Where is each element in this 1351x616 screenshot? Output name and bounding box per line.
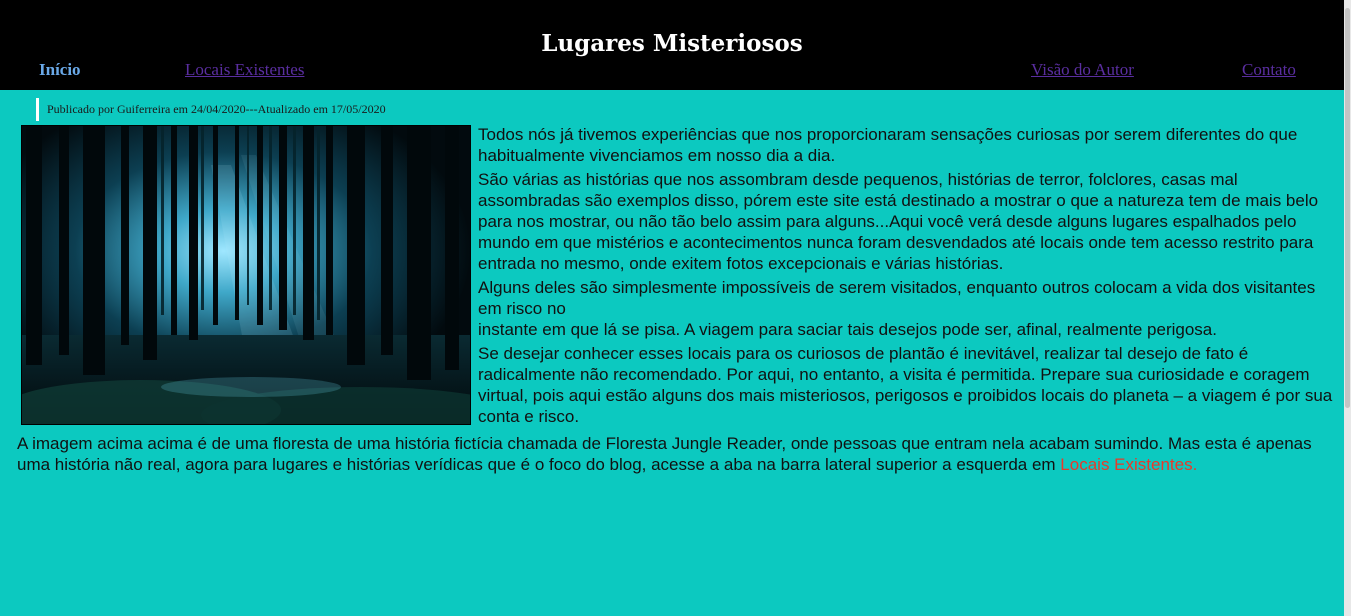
forest-image: [21, 125, 471, 425]
post-meta: Publicado por Guiferreira em 24/04/2020-…: [36, 98, 386, 121]
forest-image-icon: [21, 125, 471, 425]
paragraph-instante: instante em que lá se pisa. A viagem par…: [478, 320, 1217, 339]
nav-link-inicio[interactable]: Início: [39, 59, 81, 81]
image-caption-text: A imagem acima acima é de uma floresta d…: [17, 433, 1337, 475]
paragraph-intro: Todos nós já tivemos experiências que no…: [478, 125, 1298, 165]
vertical-scrollbar[interactable]: [1344, 0, 1351, 616]
locais-existentes-link[interactable]: Locais Existentes.: [1060, 455, 1197, 474]
nav-link-locais-existentes[interactable]: Locais Existentes: [185, 59, 304, 81]
paragraph-historias: São várias as histórias que nos assombra…: [478, 170, 1319, 273]
paragraph-impossiveis: Alguns deles são simplesmente impossívei…: [478, 278, 1316, 318]
paragraph-conhecer: Se desejar conhecer esses locais para os…: [478, 344, 1333, 426]
scrollbar-thumb[interactable]: [1345, 8, 1350, 408]
post-content: Todos nós já tivemos experiências que no…: [478, 124, 1340, 430]
header-bar: Lugares Misteriosos Início Locais Existe…: [0, 0, 1344, 90]
site-title: Lugares Misteriosos: [541, 30, 803, 57]
nav-link-contato[interactable]: Contato: [1242, 59, 1296, 81]
nav-link-visao-do-autor[interactable]: Visão do Autor: [1031, 59, 1134, 81]
page: Lugares Misteriosos Início Locais Existe…: [0, 0, 1351, 616]
